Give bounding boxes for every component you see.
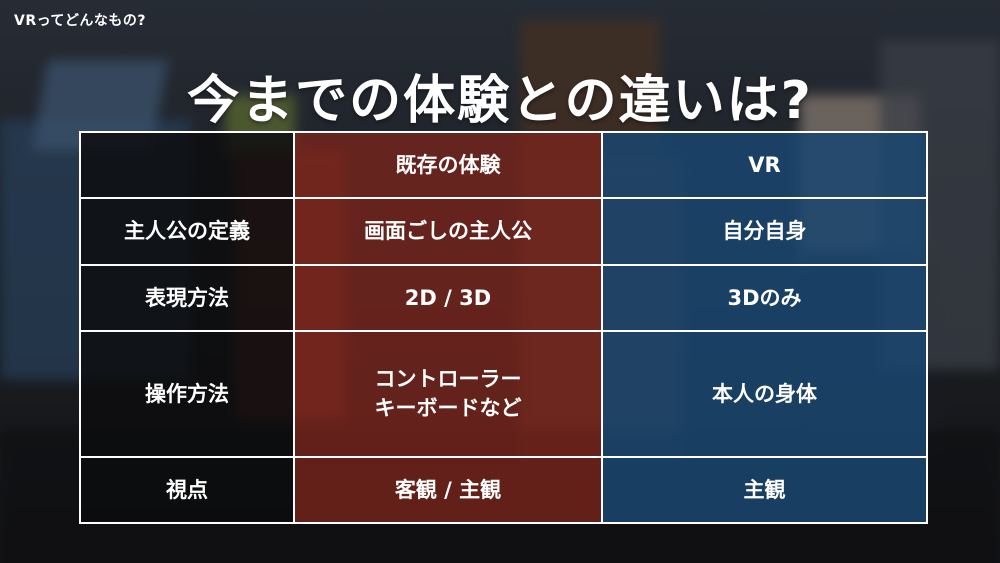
row-label: 操作方法 <box>79 329 295 458</box>
vr-cell: 3Dのみ <box>601 263 928 332</box>
header-existing-experience: 既存の体験 <box>293 130 603 200</box>
existing-text: 2D / 3D <box>404 285 492 310</box>
table-header-row: 既存の体験 VR <box>79 130 928 200</box>
header-empty-cell <box>79 130 295 200</box>
row-label: 主人公の定義 <box>79 197 295 266</box>
row-label: 視点 <box>79 455 295 525</box>
vr-cell: 本人の身体 <box>601 329 928 458</box>
page-title: 今までの体験との違いは? <box>187 71 813 131</box>
table-row: 視点 客観 / 主観 主観 <box>79 455 928 525</box>
table-row: 主人公の定義 画面ごしの主人公 自分自身 <box>79 197 928 266</box>
header-vr: VR <box>601 130 928 200</box>
vr-cell: 主観 <box>601 455 928 525</box>
vr-cell: 自分自身 <box>601 197 928 266</box>
existing-text-line-2: キーボードなど <box>374 395 522 420</box>
table-row: 操作方法 コントローラー キーボードなど 本人の身体 <box>79 329 928 458</box>
existing-cell: 画面ごしの主人公 <box>293 197 603 266</box>
table-row: 表現方法 2D / 3D 3Dのみ <box>79 263 928 332</box>
comparison-table: 既存の体験 VR 主人公の定義 画面ごしの主人公 自分自身 表現方法 2D / … <box>79 130 928 525</box>
existing-cell: コントローラー キーボードなど <box>293 329 603 458</box>
existing-text-line-1: コントローラー <box>374 367 522 392</box>
existing-text: 客観 / 主観 <box>394 477 502 502</box>
existing-text: 画面ごしの主人公 <box>364 219 532 244</box>
row-label: 表現方法 <box>79 263 295 332</box>
existing-cell: 2D / 3D <box>293 263 603 332</box>
existing-cell: 客観 / 主観 <box>293 455 603 525</box>
breadcrumb: VRってどんなもの? <box>14 13 147 29</box>
